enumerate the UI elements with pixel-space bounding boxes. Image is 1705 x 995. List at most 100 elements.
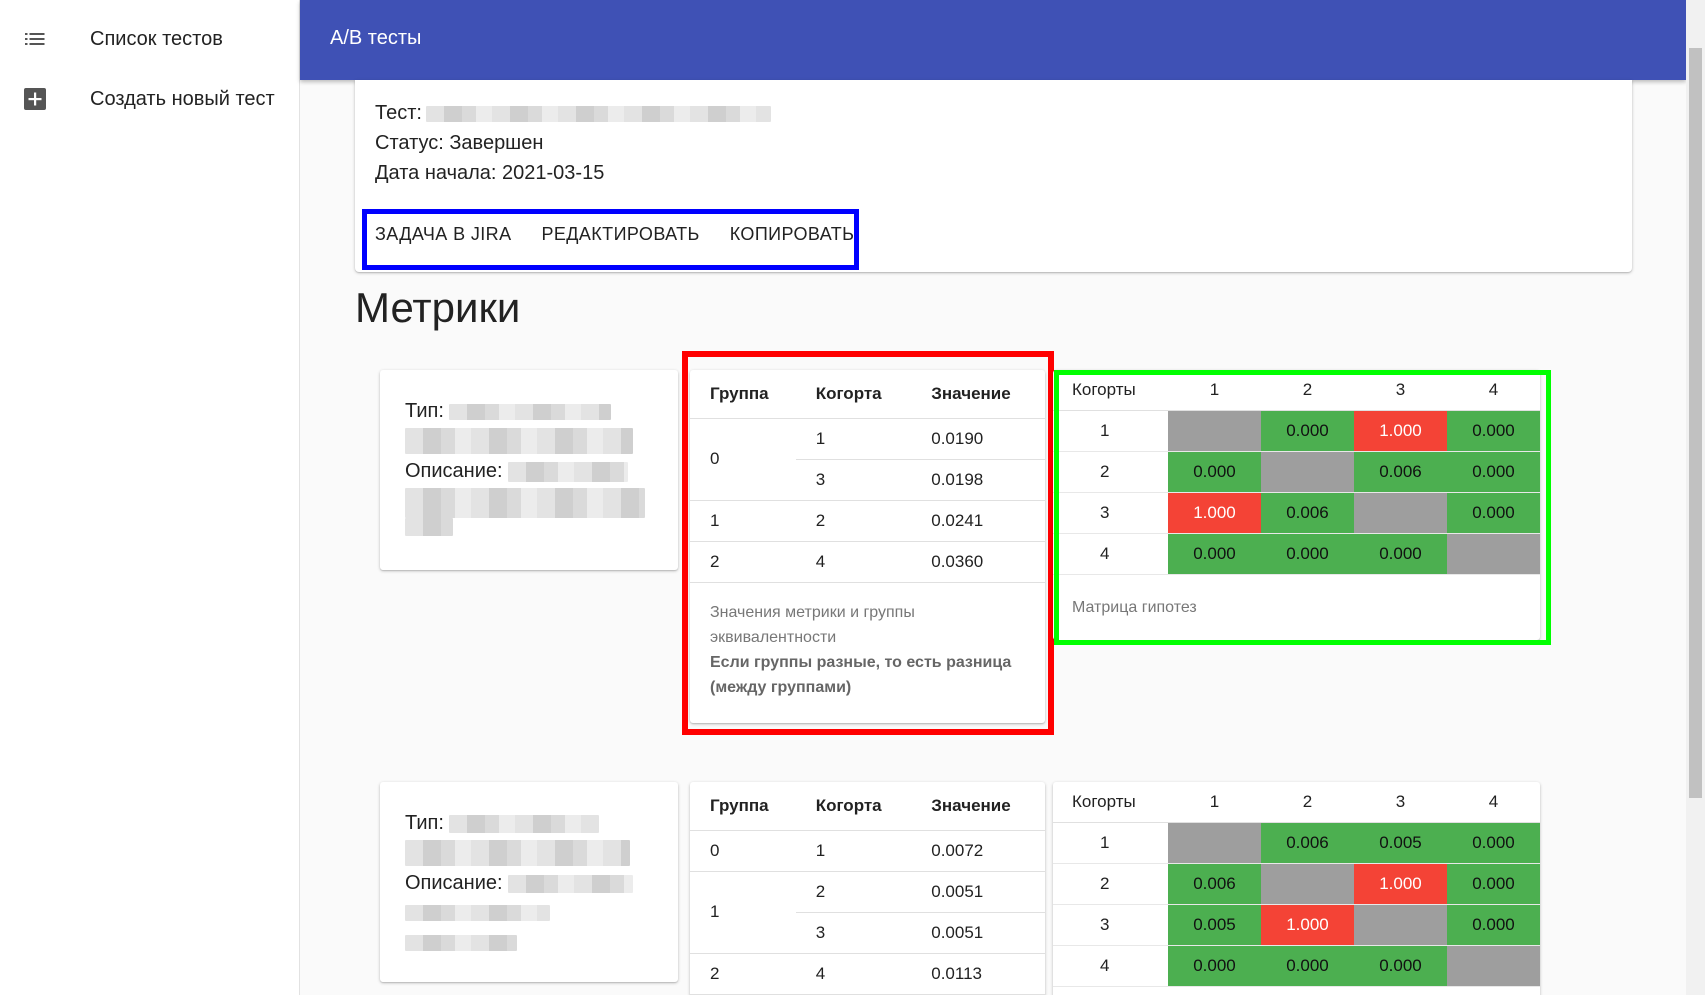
- add-box-icon: [22, 86, 48, 112]
- column-header: Значение: [911, 782, 1045, 831]
- sidebar-item-test-list[interactable]: Список тестов: [0, 10, 299, 68]
- cohort-cell: 4: [795, 953, 912, 995]
- matrix-column-header: 3: [1354, 370, 1447, 411]
- metric-description-line: Описание:: [405, 872, 634, 895]
- matrix-cell: 0.000: [1168, 533, 1261, 575]
- matrix-row: 2 0.006 1.000 0.000: [1053, 863, 1540, 905]
- matrix-cell: [1447, 945, 1540, 987]
- metric-description-label: Описание:: [405, 872, 503, 894]
- metrics-heading: Метрики: [355, 284, 521, 331]
- test-start-date: Дата начала: 2021-03-15: [375, 162, 605, 184]
- group-cell: 0: [690, 418, 796, 501]
- matrix-row: 3 0.005 1.000 0.000: [1053, 904, 1540, 946]
- metric-meta-card: Тип: Описание:: [380, 782, 678, 982]
- test-label: Тест:: [375, 102, 422, 124]
- table-row: 0 1 0.0072: [690, 830, 1045, 872]
- hypothesis-matrix-table: Когорты 1 2 3 4 1 0.000 1.000 0.000 2 0.000 0.006 0.…: [1053, 370, 1540, 575]
- redacted-type: [449, 814, 600, 833]
- matrix-corner-label: Когорты: [1053, 370, 1168, 411]
- matrix-cell: 0.000: [1354, 945, 1447, 987]
- matrix-caption: Матрица гипотез: [1072, 599, 1197, 616]
- matrix-cell: 1.000: [1168, 492, 1261, 534]
- group-cell: 2: [690, 541, 796, 583]
- group-cell: 1: [690, 500, 796, 542]
- matrix-row: 1 0.000 1.000 0.000: [1053, 410, 1540, 452]
- edit-button[interactable]: РЕДАКТИРОВАТЬ: [529, 214, 711, 254]
- values-caption: Значения метрики и группы эквивалентност…: [710, 600, 1030, 700]
- matrix-cell: 1.000: [1354, 863, 1447, 905]
- copy-button[interactable]: КОПИРОВАТЬ: [718, 214, 867, 254]
- metric-description-label: Описание:: [405, 460, 503, 482]
- matrix-column-header: 2: [1261, 370, 1354, 411]
- metric-description-line: Описание:: [405, 460, 629, 483]
- sidebar-item-label: Список тестов: [90, 27, 223, 50]
- test-info-card: Тест: Статус: Завершен Дата начала: 2021…: [355, 80, 1632, 272]
- column-header: Группа: [690, 782, 796, 831]
- table-header-row: Группа Когорта Значение: [690, 370, 1045, 419]
- group-cell: 0: [690, 830, 796, 872]
- cohort-cell: 1: [795, 418, 912, 460]
- matrix-cell: 1.000: [1261, 904, 1354, 946]
- matrix-row: 4 0.000 0.000 0.000: [1053, 945, 1540, 987]
- column-header: Значение: [911, 370, 1045, 419]
- matrix-cell: 0.000: [1447, 904, 1540, 946]
- matrix-column-header: 4: [1447, 782, 1540, 823]
- cohort-cell: 2: [795, 500, 912, 542]
- cohort-cell: 2: [795, 871, 912, 913]
- matrix-cell: 0.000: [1354, 533, 1447, 575]
- matrix-cell: 0.000: [1447, 451, 1540, 493]
- jira-task-button[interactable]: ЗАДАЧА В JIRA: [363, 214, 523, 254]
- test-status: Статус: Завершен: [375, 132, 544, 154]
- sidebar-item-create-test[interactable]: Создать новый тест: [0, 70, 299, 128]
- app-title: A/B тесты: [330, 27, 422, 49]
- matrix-header-row: Когорты 1 2 3 4: [1053, 782, 1540, 823]
- table-row: 1 2 0.0051: [690, 871, 1045, 954]
- matrix-cell: 0.006: [1354, 451, 1447, 493]
- column-header: Когорта: [795, 782, 912, 831]
- scrollbar[interactable]: [1686, 0, 1705, 995]
- hypothesis-matrix-card: Когорты 1 2 3 4 1 0.000 1.000 0.000 2 0.000 0.006 0.…: [1053, 370, 1540, 640]
- redacted-description: [508, 461, 629, 482]
- cohort-cell: 1: [795, 830, 912, 872]
- table-row: 2 4 0.0360: [690, 541, 1045, 583]
- matrix-cell: 0.006: [1261, 822, 1354, 864]
- redacted-description: [508, 874, 634, 893]
- matrix-cell: [1168, 822, 1261, 864]
- value-cell: 0.0190: [911, 418, 1045, 460]
- scrollbar-thumb[interactable]: [1689, 48, 1702, 798]
- metric-type-line: Тип:: [405, 812, 600, 835]
- table-row: 2 4 0.0113: [690, 953, 1045, 995]
- redacted-type-cont: [405, 428, 633, 454]
- matrix-cell: 0.006: [1168, 863, 1261, 905]
- metric-type-label: Тип:: [405, 400, 444, 422]
- matrix-header-row: Когорты 1 2 3 4: [1053, 370, 1540, 411]
- matrix-cell: 0.000: [1447, 863, 1540, 905]
- matrix-cell: [1354, 492, 1447, 534]
- matrix-row-header: 2: [1053, 451, 1168, 493]
- matrix-cell: 0.000: [1261, 410, 1354, 452]
- matrix-corner-label: Когорты: [1053, 782, 1168, 823]
- value-cell: 0.0072: [911, 830, 1045, 872]
- cohort-cell: 3: [795, 459, 912, 501]
- sidebar-item-label: Создать новый тест: [90, 87, 275, 110]
- matrix-cell: [1261, 863, 1354, 905]
- value-cell: 0.0051: [911, 912, 1045, 954]
- matrix-cell: 0.006: [1261, 492, 1354, 534]
- matrix-row-header: 4: [1053, 945, 1168, 987]
- value-cell: 0.0241: [911, 500, 1045, 542]
- metric-values-card: Группа Когорта Значение 0 1 0.0072 1 2 0.0051 3 0.…: [690, 782, 1045, 995]
- matrix-cell: 0.000: [1261, 945, 1354, 987]
- value-cell: 0.0198: [911, 459, 1045, 501]
- values-caption-text: Значения метрики и группы эквивалентност…: [710, 604, 915, 646]
- table-header-row: Группа Когорта Значение: [690, 782, 1045, 831]
- matrix-cell: 0.000: [1261, 533, 1354, 575]
- matrix-column-header: 1: [1168, 370, 1261, 411]
- matrix-cell: 1.000: [1354, 410, 1447, 452]
- metric-type-label: Тип:: [405, 812, 444, 834]
- matrix-column-header: 2: [1261, 782, 1354, 823]
- value-cell: 0.0051: [911, 871, 1045, 913]
- values-caption-bold: Если группы разные, то есть разница (меж…: [710, 654, 1012, 696]
- matrix-row-header: 3: [1053, 492, 1168, 534]
- matrix-cell: [1354, 904, 1447, 946]
- matrix-column-header: 4: [1447, 370, 1540, 411]
